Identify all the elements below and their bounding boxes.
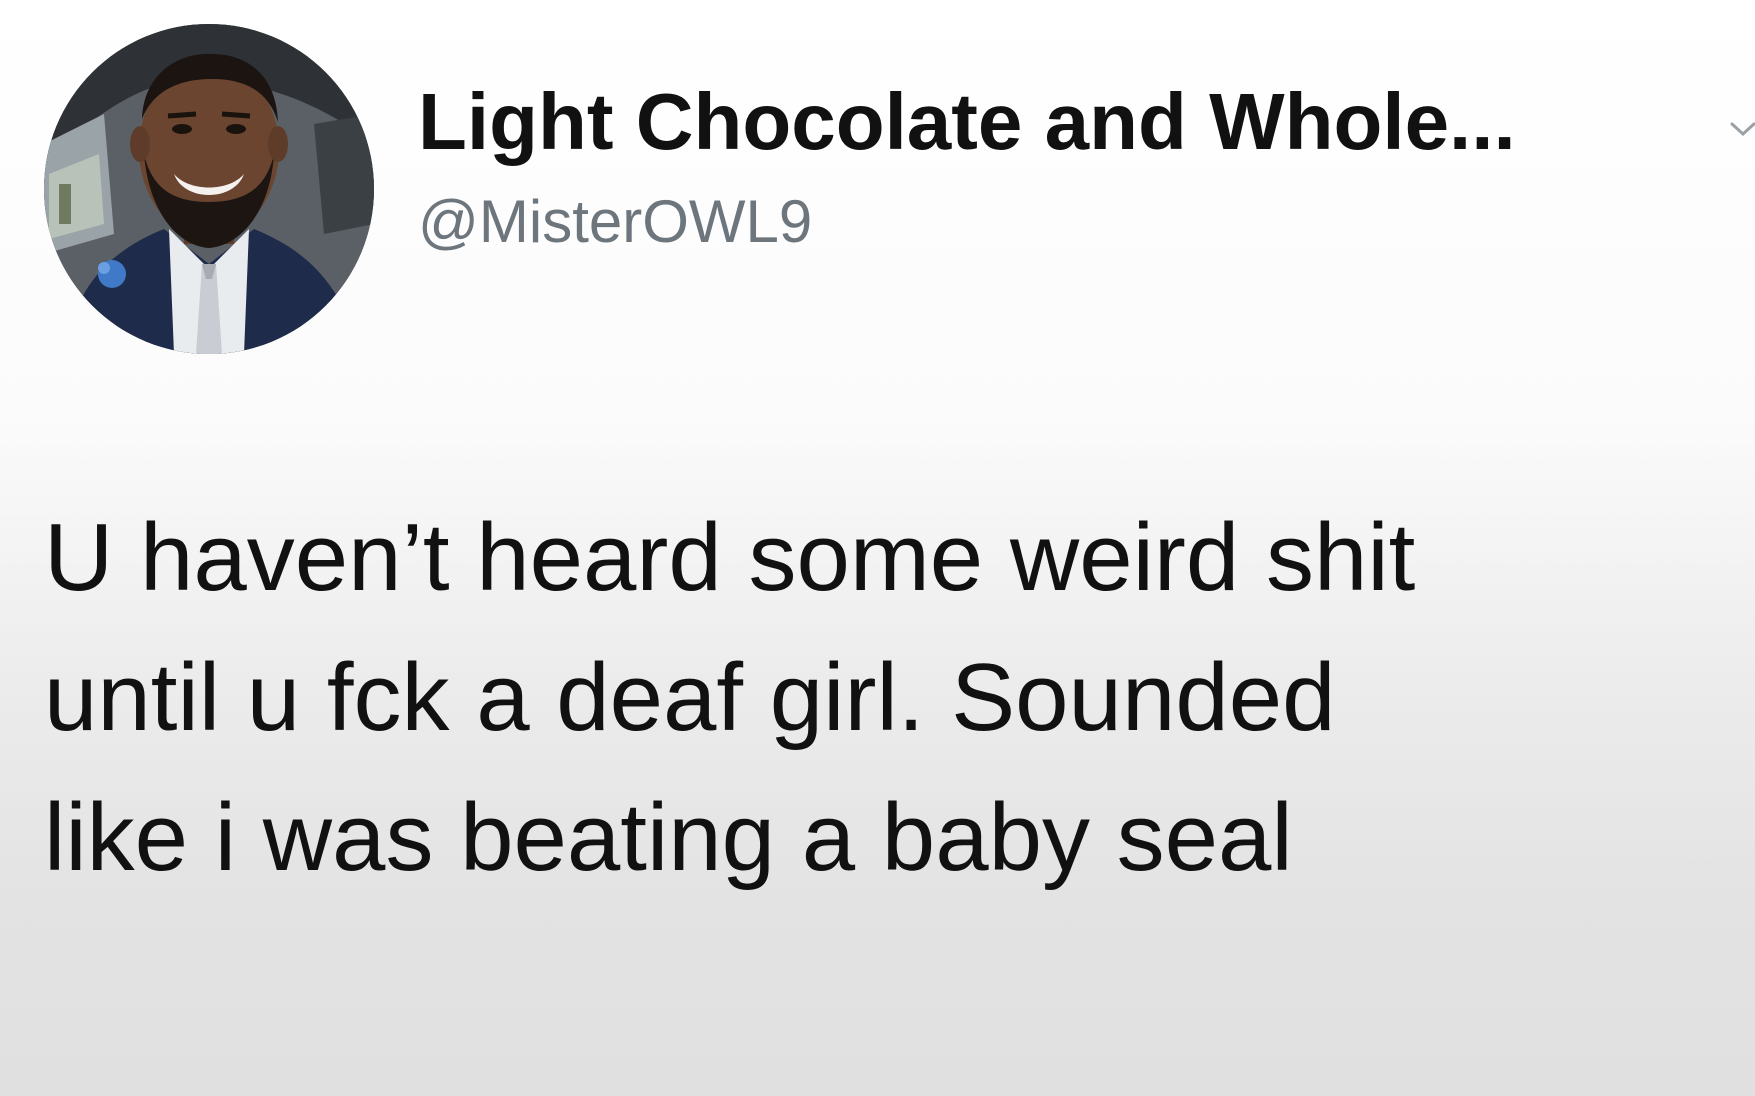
tweet-text-line: U haven’t heard some weird shit: [44, 504, 1416, 611]
tweet-text: U haven’t heard some weird shit until u …: [44, 488, 1744, 908]
profile-photo-icon: [44, 24, 374, 354]
author-handle[interactable]: @MisterOWL9: [418, 182, 1738, 262]
tweet-header: Light Chocolate and Whole... @MisterOWL9: [418, 70, 1738, 262]
author-avatar[interactable]: [44, 24, 374, 354]
tweet-card: Light Chocolate and Whole... @MisterOWL9…: [0, 0, 1755, 1096]
author-display-name[interactable]: Light Chocolate and Whole...: [418, 70, 1738, 174]
chevron-down-icon[interactable]: [1728, 118, 1755, 140]
tweet-text-line: like i was beating a baby seal: [44, 784, 1293, 891]
tweet-text-line: until u fck a deaf girl. Sounded: [44, 644, 1336, 751]
